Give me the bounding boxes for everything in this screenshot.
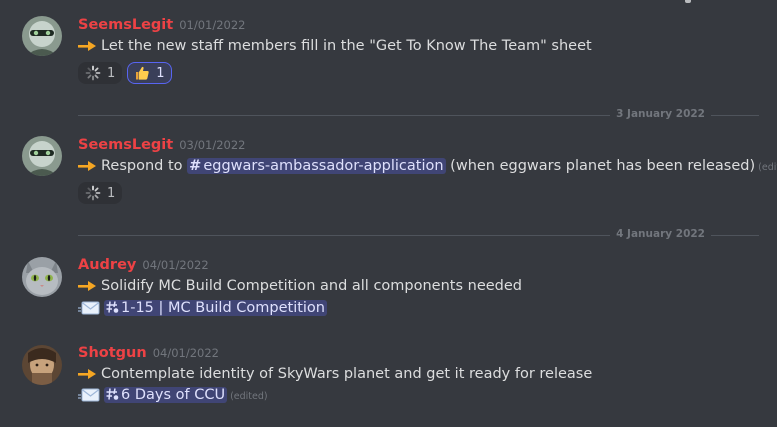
channel-name: 6 Days of CCU — [121, 387, 226, 403]
avatar-seemslegit[interactable] — [22, 16, 62, 56]
message-text: Respond to # eggwars-ambassador-applicati… — [78, 158, 777, 174]
edited-tag: (edited) — [758, 162, 777, 173]
author-name[interactable]: SeemsLegit — [78, 137, 173, 153]
channel-name: eggwars-ambassador-application — [203, 158, 444, 174]
message-content: Respond to — [101, 158, 183, 174]
message-content-after: (when eggwars planet has been released) — [450, 158, 756, 174]
thread-channel-icon — [106, 301, 119, 313]
date-divider-label: 3 January 2022 — [610, 108, 711, 120]
envelope-icon — [78, 301, 100, 315]
channel-line: 1-15 | MC Build Competition — [78, 300, 327, 316]
reactions-bar: 1 — [78, 182, 123, 204]
loading-icon — [85, 65, 101, 81]
message-content: Solidify MC Build Competition and all co… — [101, 278, 522, 294]
hash-icon: # — [189, 158, 202, 174]
message-content: Contemplate identity of SkyWars planet a… — [101, 366, 593, 382]
reaction-thumbs-up[interactable]: 1 — [127, 62, 172, 84]
reaction-loading[interactable]: 1 — [78, 182, 123, 204]
reaction-count: 1 — [107, 185, 116, 201]
edited-tag: (edited) — [230, 391, 268, 402]
message-content: Let the new staff members fill in the "G… — [101, 38, 592, 54]
channel-mention[interactable]: 1-15 | MC Build Competition — [104, 300, 327, 316]
date-divider: 3 January 2022 — [78, 108, 759, 120]
avatar-shotgun[interactable] — [22, 345, 62, 385]
scroll-notch — [685, 0, 691, 3]
channel-mention[interactable]: # eggwars-ambassador-application — [187, 158, 446, 174]
date-divider-label: 4 January 2022 — [610, 228, 711, 240]
reaction-loading[interactable]: 1 — [78, 62, 123, 84]
author-name[interactable]: Audrey — [78, 257, 136, 273]
avatar-audrey[interactable] — [22, 257, 62, 297]
loading-icon — [85, 185, 101, 201]
envelope-icon — [78, 388, 100, 402]
thumbs-up-icon — [136, 66, 149, 80]
channel-mention[interactable]: 6 Days of CCU — [104, 387, 228, 403]
avatar-seemslegit[interactable] — [22, 136, 62, 176]
reaction-count: 1 — [156, 65, 165, 81]
reaction-count: 1 — [107, 65, 116, 81]
author-name[interactable]: Shotgun — [78, 345, 147, 361]
timestamp: 01/01/2022 — [179, 18, 246, 32]
channel-name: 1-15 | MC Build Competition — [121, 300, 325, 316]
date-divider: 4 January 2022 — [78, 228, 759, 240]
channel-line: 6 Days of CCU (edited) — [78, 387, 268, 403]
message-text: Solidify MC Build Competition and all co… — [78, 278, 522, 294]
thread-channel-icon — [106, 388, 119, 400]
timestamp: 03/01/2022 — [179, 138, 246, 152]
author-name[interactable]: SeemsLegit — [78, 17, 173, 33]
message-text: Contemplate identity of SkyWars planet a… — [78, 366, 592, 382]
arrow-icon — [78, 41, 96, 51]
timestamp: 04/01/2022 — [152, 346, 219, 360]
arrow-icon — [78, 161, 96, 171]
reactions-bar: 1 1 — [78, 62, 172, 84]
message-text: Let the new staff members fill in the "G… — [78, 38, 592, 54]
arrow-icon — [78, 281, 96, 291]
timestamp: 04/01/2022 — [142, 258, 209, 272]
arrow-icon — [78, 369, 96, 379]
